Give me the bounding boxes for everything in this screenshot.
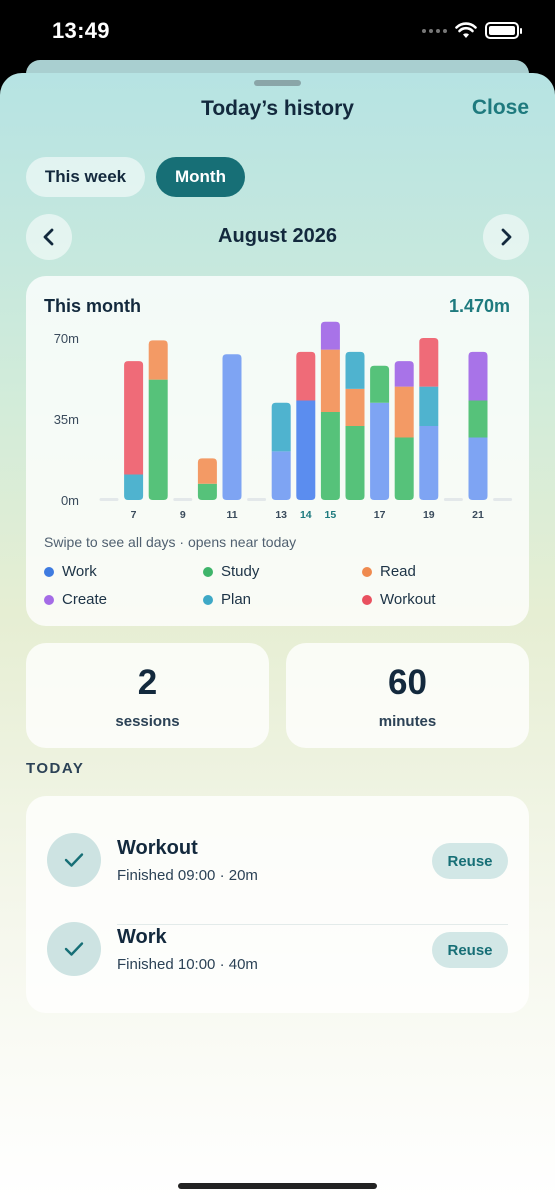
- bar-segment: [394, 386, 414, 438]
- legend-swatch-study: [203, 566, 213, 577]
- bar-segment: [345, 425, 365, 500]
- minutes-label: minutes: [378, 713, 437, 730]
- bar-segment: [197, 458, 217, 484]
- y-tick-label: 70m: [54, 331, 79, 346]
- bar-segment: [370, 365, 390, 403]
- x-tick-label: 7: [131, 509, 137, 521]
- month-chart-card[interactable]: This month 1.470m 70m 35m 0m 7 9 11 13 14 15 17 19…: [26, 276, 529, 626]
- bar-segment: [124, 361, 144, 475]
- today-heading: TODAY: [26, 760, 85, 777]
- bar-segment: [320, 412, 340, 500]
- empty-day-bar: [173, 498, 193, 501]
- bar-segment: [124, 474, 144, 500]
- y-tick-label: 35m: [54, 412, 79, 427]
- close-button[interactable]: Close: [472, 96, 529, 120]
- bar-segment: [148, 379, 168, 500]
- bar-segment: [468, 400, 488, 438]
- legend-label: Plan: [221, 591, 252, 608]
- legend-swatch-create: [44, 594, 54, 605]
- signal-icon: [422, 28, 447, 33]
- minutes-value: 60: [388, 663, 427, 702]
- battery-icon: [485, 22, 522, 39]
- x-tick-label: 17: [374, 509, 386, 521]
- bar-segment: [419, 425, 439, 500]
- bar-segment: [222, 354, 242, 500]
- checkmark-icon: [47, 833, 101, 887]
- bar-segment: [271, 451, 291, 500]
- segment-this-week[interactable]: This week: [26, 157, 145, 197]
- today-session-list: Workout Finished 09:00 · 20m Reuse Work …: [26, 796, 529, 1013]
- bar-segment: [468, 351, 488, 401]
- bar-segment: [345, 388, 365, 426]
- bar-segment: [394, 361, 414, 387]
- empty-day-bar: [247, 498, 267, 501]
- empty-day-bar: [99, 498, 119, 501]
- session-name: Work: [117, 926, 167, 948]
- list-item[interactable]: Workout Finished 09:00 · 20m Reuse: [26, 816, 529, 925]
- reuse-button[interactable]: Reuse: [432, 843, 508, 879]
- legend-item-read: Read: [362, 563, 416, 580]
- minutes-stat-card: 60 minutes: [286, 643, 529, 748]
- legend-label: Read: [380, 563, 416, 580]
- bar-segment: [370, 402, 390, 500]
- legend-label: Workout: [380, 591, 436, 608]
- session-detail: Finished 10:00 · 40m: [117, 956, 258, 973]
- legend-label: Create: [62, 591, 108, 608]
- list-item[interactable]: Work Finished 10:00 · 40m Reuse: [26, 905, 529, 994]
- session-name: Workout: [117, 837, 198, 859]
- month-label: August 2026: [218, 225, 337, 247]
- x-tick-label: 15: [325, 509, 337, 521]
- legend-item-plan: Plan: [203, 591, 251, 608]
- status-time: 13:49: [52, 18, 110, 43]
- reuse-button[interactable]: Reuse: [432, 932, 508, 968]
- next-month-button[interactable]: [483, 214, 529, 260]
- empty-day-bar: [443, 498, 463, 501]
- bar-segment: [394, 437, 414, 500]
- empty-day-bar: [493, 498, 513, 501]
- sessions-stat-card: 2 sessions: [26, 643, 269, 748]
- checkmark-icon: [47, 922, 101, 976]
- bar-segment: [197, 483, 217, 500]
- legend-swatch-work: [44, 566, 54, 577]
- wifi-icon: [455, 22, 477, 38]
- x-tick-label: 14: [300, 509, 312, 521]
- legend-item-work: Work: [44, 563, 97, 580]
- bar-segment: [148, 340, 168, 380]
- legend-item-workout: Workout: [362, 591, 436, 608]
- bar-segment: [320, 321, 340, 350]
- chevron-right-icon: [501, 228, 512, 246]
- legend-label: Work: [62, 563, 97, 580]
- sessions-value: 2: [137, 663, 158, 702]
- sheet-grabber[interactable]: [254, 80, 301, 86]
- x-tick-label: 21: [472, 509, 484, 521]
- legend-swatch-read: [362, 566, 372, 577]
- bar-segment: [320, 349, 340, 413]
- legend-item-create: Create: [44, 591, 107, 608]
- home-indicator[interactable]: [178, 1183, 377, 1189]
- x-tick-label: 11: [226, 509, 237, 521]
- bar-segment: [296, 400, 316, 500]
- sessions-label: sessions: [115, 713, 180, 730]
- bar-segment: [419, 338, 439, 387]
- legend-item-study: Study: [203, 563, 259, 580]
- y-tick-label: 0m: [61, 493, 79, 508]
- session-detail: Finished 09:00 · 20m: [117, 867, 258, 884]
- segment-month[interactable]: Month: [156, 157, 245, 197]
- legend-swatch-workout: [362, 594, 372, 605]
- legend-label: Study: [221, 563, 260, 580]
- bar-segment: [296, 351, 316, 401]
- status-icons: [422, 22, 522, 39]
- x-tick-label: 13: [275, 509, 287, 521]
- x-tick-label: 19: [423, 509, 435, 521]
- legend-swatch-plan: [203, 594, 213, 605]
- chart-hint: Swipe to see all days · opens near today: [44, 534, 297, 550]
- bar-segment: [468, 437, 488, 500]
- x-tick-label: 9: [180, 509, 186, 521]
- bar-segment: [345, 351, 365, 389]
- bar-segment: [271, 402, 291, 452]
- bar-segment: [419, 386, 439, 426]
- stacked-bar-chart[interactable]: 70m 35m 0m 7 9 11 13 14 15 17 19 21: [26, 276, 529, 526]
- status-bar: 13:49: [0, 0, 555, 62]
